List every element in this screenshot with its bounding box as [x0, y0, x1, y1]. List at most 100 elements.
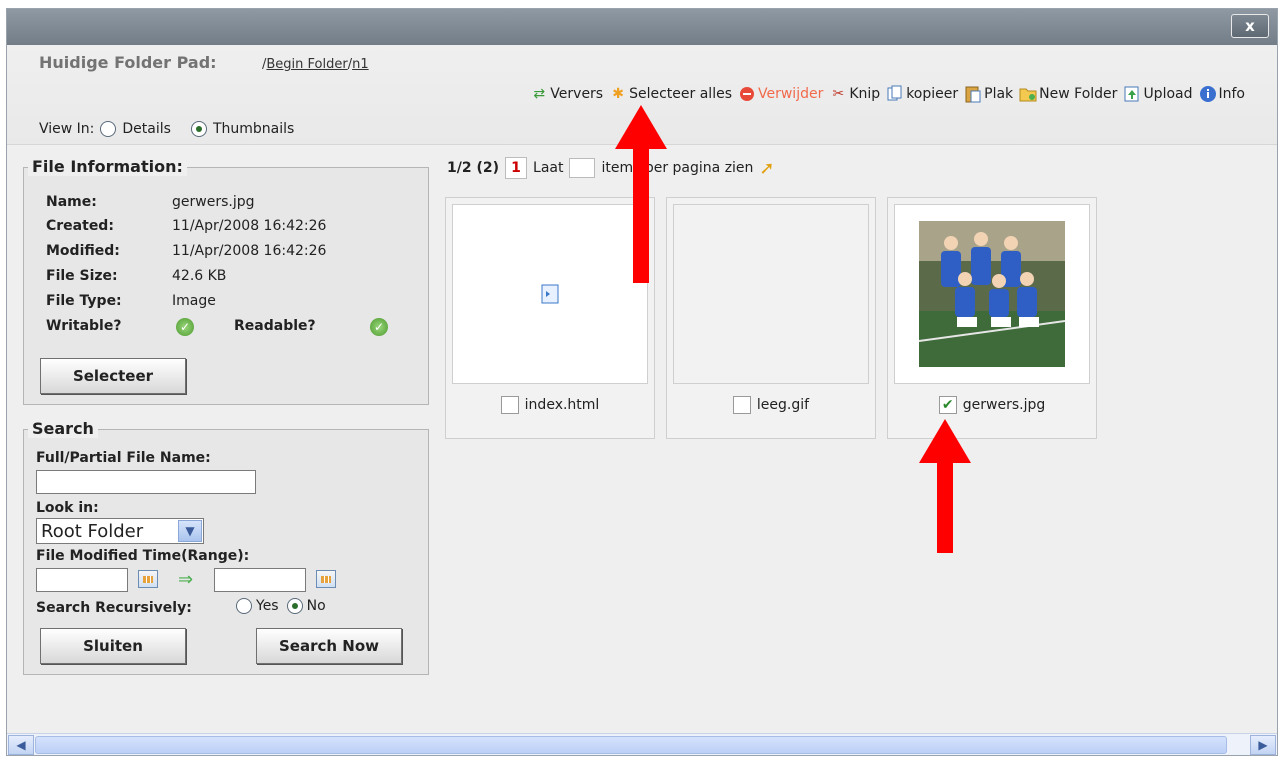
view-thumbnails-label: Thumbnails	[212, 121, 295, 137]
scrollbar-thumb[interactable]	[35, 736, 1227, 754]
scissors-icon: ✂	[832, 86, 845, 102]
name-label: Name:	[46, 194, 97, 210]
new-folder-button[interactable]: New Folder	[1019, 85, 1117, 103]
file-preview	[673, 204, 869, 384]
size-label: File Size:	[46, 268, 118, 284]
file-tile[interactable]: ✔ gerwers.jpg	[887, 197, 1097, 439]
file-name: gerwers.jpg	[962, 397, 1046, 413]
select-all-icon: ✱	[612, 86, 624, 102]
modified-value: 11/Apr/2008 16:42:26	[172, 243, 327, 259]
arrow-right-icon: ⇒	[178, 569, 194, 590]
go-icon[interactable]: ➚	[759, 158, 774, 179]
search-now-button[interactable]: Search Now	[256, 628, 402, 664]
info-label: Info	[1218, 86, 1246, 102]
recursive-no-radio[interactable]	[286, 598, 303, 614]
delete-label: Verwijder	[758, 86, 824, 102]
recursive-yes-radio[interactable]	[236, 598, 252, 614]
created-label: Created:	[46, 218, 114, 234]
file-tile[interactable]: leeg.gif	[666, 197, 876, 439]
current-folder-label: Huidige Folder Pad:	[39, 53, 217, 72]
refresh-label: Ververs	[550, 86, 604, 102]
select-file-button[interactable]: Selecteer	[40, 358, 186, 394]
info-icon	[1199, 85, 1217, 103]
refresh-icon: ⇄	[533, 86, 546, 102]
file-info-panel: File Information: Name: gerwers.jpg Crea…	[23, 157, 429, 405]
file-checkbox[interactable]	[732, 396, 751, 414]
horizontal-scrollbar[interactable]: ◀ ▶	[7, 733, 1277, 755]
new-folder-icon	[1019, 85, 1037, 103]
team-photo-image	[919, 221, 1065, 367]
breadcrumb: /Begin Folder/n1	[262, 57, 369, 72]
file-preview	[894, 204, 1090, 384]
clipboard-icon	[964, 85, 982, 103]
look-in-label: Look in:	[36, 500, 99, 516]
file-info-title: File Information:	[28, 157, 187, 176]
pager-summary: 1/2 (2)	[447, 160, 500, 176]
created-value: 11/Apr/2008 16:42:26	[172, 218, 327, 234]
delete-button[interactable]: Verwijder	[738, 85, 823, 103]
file-name: index.html	[524, 397, 600, 413]
show-label: Laat	[533, 160, 564, 176]
file-checkbox[interactable]	[500, 396, 519, 414]
view-details-label: Details	[122, 121, 171, 137]
file-name-label: Full/Partial File Name:	[36, 450, 211, 466]
search-panel: Search Full/Partial File Name: Look in: …	[23, 419, 429, 675]
file-name: leeg.gif	[756, 397, 810, 413]
paste-label: Plak	[984, 86, 1014, 102]
breadcrumb-root-link[interactable]: Begin Folder	[266, 57, 347, 72]
view-thumbnails-radio[interactable]	[190, 121, 207, 137]
type-label: File Type:	[46, 293, 122, 309]
readable-check-icon: ✓	[370, 318, 388, 336]
date-to-input[interactable]	[214, 568, 306, 592]
size-value: 42.6 KB	[172, 268, 227, 284]
cut-button[interactable]: ✂ Knip	[829, 85, 880, 103]
toolbar: ⇄ Ververs ✱ Selecteer alles Verwijder ✂ …	[530, 85, 1245, 103]
new-folder-label: New Folder	[1039, 86, 1118, 102]
cut-label: Knip	[849, 86, 881, 102]
view-in-group: View In: Details Thumbnails	[39, 121, 294, 137]
calendar-icon[interactable]	[138, 570, 158, 588]
upload-icon	[1123, 85, 1141, 103]
date-from-input[interactable]	[36, 568, 128, 592]
refresh-button[interactable]: ⇄ Ververs	[530, 85, 603, 103]
recursive-label: Search Recursively:	[36, 600, 192, 616]
file-manager-window: x Huidige Folder Pad: /Begin Folder/n1 ⇄…	[6, 8, 1278, 756]
copy-icon	[886, 85, 904, 103]
close-search-button[interactable]: Sluiten	[40, 628, 186, 664]
look-in-select[interactable]: Root Folder ▼	[36, 518, 204, 544]
copy-label: kopieer	[906, 86, 959, 102]
recursive-yes-label: Yes	[256, 598, 279, 614]
writable-check-icon: ✓	[176, 318, 194, 336]
recursive-options: Yes No	[236, 598, 326, 614]
view-in-label: View In:	[39, 121, 95, 137]
calendar-icon[interactable]	[316, 570, 336, 588]
close-button[interactable]: x	[1231, 14, 1269, 38]
scroll-left-button[interactable]: ◀	[8, 735, 34, 755]
per-page-select[interactable]	[569, 158, 596, 178]
select-all-label: Selecteer alles	[629, 86, 732, 102]
page-number-button[interactable]: 1	[505, 157, 528, 179]
file-name-input[interactable]	[36, 470, 256, 494]
delete-icon	[738, 85, 756, 103]
info-button[interactable]: Info	[1199, 85, 1246, 103]
look-in-value: Root Folder	[41, 520, 144, 542]
breadcrumb-current-link[interactable]: n1	[352, 57, 369, 72]
annotation-arrow-icon	[615, 105, 667, 283]
html-file-icon	[541, 284, 559, 304]
select-all-button[interactable]: ✱ Selecteer alles	[609, 85, 732, 103]
scroll-right-button[interactable]: ▶	[1250, 735, 1276, 755]
view-details-radio[interactable]	[100, 121, 117, 137]
file-checkbox-checked[interactable]: ✔	[938, 396, 957, 414]
modified-label: Modified:	[46, 243, 120, 259]
annotation-arrow-icon	[919, 419, 971, 553]
upload-button[interactable]: Upload	[1123, 85, 1193, 103]
name-value: gerwers.jpg	[172, 194, 255, 210]
upload-label: Upload	[1143, 86, 1193, 102]
modified-range-label: File Modified Time(Range):	[36, 548, 250, 564]
paste-button[interactable]: Plak	[964, 85, 1013, 103]
recursive-no-label: No	[306, 598, 326, 614]
search-title: Search	[28, 419, 98, 438]
type-value: Image	[172, 293, 216, 309]
readable-label: Readable?	[234, 318, 316, 334]
copy-button[interactable]: kopieer	[886, 85, 958, 103]
